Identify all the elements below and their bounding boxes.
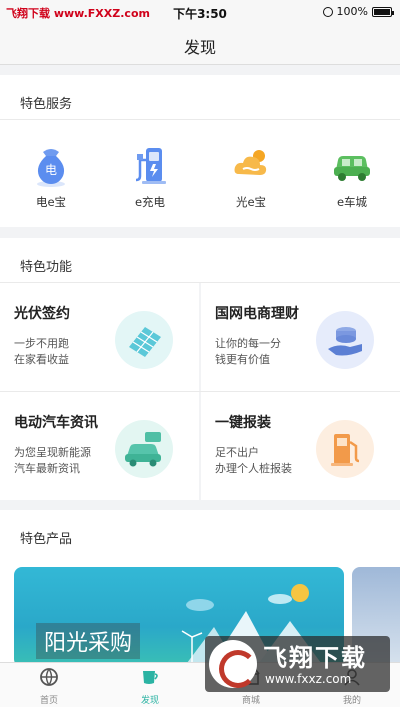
feature-desc: 让你的每一分 — [215, 337, 281, 350]
tab-discover[interactable]: 发现 — [120, 667, 180, 706]
battery-percent: 100% — [336, 5, 368, 18]
car-icon — [328, 140, 376, 188]
rotation-lock-icon — [322, 6, 333, 17]
tab-label: 我的 — [342, 696, 361, 706]
watermark-title: 飞翔下载 — [263, 644, 367, 672]
battery-icon — [372, 6, 394, 17]
service-guangebao[interactable]: 光e宝 — [216, 140, 286, 210]
feature-desc: 为您呈现新能源 — [14, 446, 91, 459]
service-label: e车城 — [336, 195, 368, 209]
feature-title: 一键报装 — [215, 415, 271, 431]
service-label: e充电 — [134, 195, 166, 209]
tab-label: 首页 — [39, 696, 58, 706]
feature-solar-contract[interactable]: 光伏签约 一步不用跑 在家看收益 — [0, 283, 199, 391]
services-title: 特色服务 — [20, 97, 73, 112]
feature-desc: 在家看收益 — [14, 353, 69, 366]
service-label: 电e宝 — [35, 195, 67, 209]
feature-one-click-install[interactable]: 一键报装 足不出户 办理个人桩报装 — [201, 392, 400, 500]
svg-text:电: 电 — [45, 163, 57, 177]
products-title: 特色产品 — [20, 532, 73, 547]
feature-desc: 钱更有价值 — [215, 353, 270, 366]
watermark-logo-icon — [209, 640, 257, 688]
service-echecheng[interactable]: e车城 — [317, 140, 387, 210]
tab-label: 发现 — [140, 696, 159, 706]
tab-label: 商城 — [241, 696, 260, 706]
solar-panel-icon — [115, 311, 173, 369]
divider — [0, 119, 400, 120]
feature-desc: 足不出户 — [215, 446, 259, 459]
status-bar: 飞翔下载 www.FXXZ.com 下午3:50 100% — [0, 0, 400, 24]
feature-finance[interactable]: 国网电商理财 让你的每一分 钱更有价值 — [201, 283, 400, 391]
banner-text: 阳光采购 — [36, 623, 141, 659]
fuel-pump-icon — [316, 420, 374, 478]
money-bag-icon: 电 — [27, 140, 75, 188]
service-dianebao[interactable]: 电 电e宝 — [16, 140, 86, 210]
home-globe-icon — [39, 667, 59, 687]
watermark-url: www.fxxz.com — [265, 672, 352, 686]
feature-title: 电动汽车资讯 — [14, 415, 98, 431]
site-watermark: 飞翔下载 www.fxxz.com — [205, 636, 390, 692]
feature-desc: 一步不用跑 — [14, 337, 69, 350]
features-title: 特色功能 — [20, 260, 73, 275]
features-header: 特色功能 — [0, 238, 400, 282]
feature-desc: 办理个人桩报装 — [215, 462, 292, 475]
feature-ev-news[interactable]: 电动汽车资讯 为您呈现新能源 汽车最新资讯 — [0, 392, 199, 500]
service-echongdian[interactable]: e充电 — [115, 140, 185, 210]
cup-icon — [140, 667, 160, 687]
page-title: 发现 — [183, 38, 216, 57]
charging-station-icon — [126, 140, 174, 188]
feature-title: 国网电商理财 — [215, 306, 299, 322]
nav-bar: 发现 — [0, 24, 400, 65]
solar-cloud-icon — [227, 140, 275, 188]
ev-car-icon — [115, 420, 173, 478]
service-label: 光e宝 — [235, 195, 267, 209]
coins-hand-icon — [316, 311, 374, 369]
feature-desc: 汽车最新资讯 — [14, 462, 80, 475]
feature-title: 光伏签约 — [14, 306, 70, 322]
status-right: 100% — [322, 5, 394, 18]
tab-home[interactable]: 首页 — [19, 667, 79, 706]
